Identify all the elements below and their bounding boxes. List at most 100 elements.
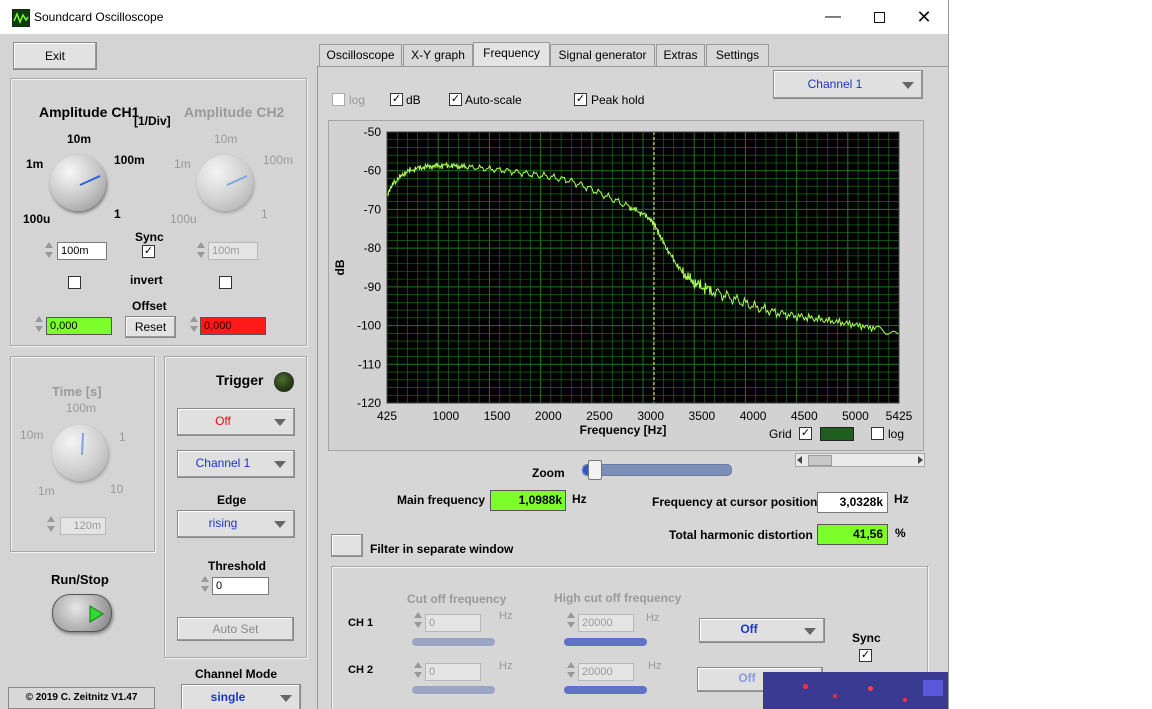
frequency-channel-dropdown[interactable]: Channel 1 — [773, 70, 923, 99]
offset-reset-button[interactable]: Reset — [125, 316, 176, 338]
minimize-icon[interactable]: — — [810, 0, 856, 34]
grid-log-checkbox[interactable] — [871, 427, 884, 440]
trigger-edge-dropdown[interactable]: rising — [177, 510, 295, 538]
knob-ch2-label-10m: 10m — [214, 132, 238, 146]
channel-mode-label: Channel Mode — [195, 667, 278, 681]
tab-xy-graph[interactable]: X-Y graph — [403, 44, 473, 67]
close-icon[interactable]: ✕ — [901, 0, 947, 34]
x-tick-label: 2000 — [535, 409, 562, 423]
offset-ch2-field[interactable]: 0,000 — [200, 317, 266, 335]
filter-sync-label: Sync — [852, 631, 881, 645]
amplitude-sync-checkbox[interactable]: ✓ — [142, 245, 155, 258]
knob-ch1-label-100u: 100u — [23, 212, 51, 226]
ch1-highcut-unit: Hz — [646, 612, 660, 624]
autoset-button: Auto Set — [177, 617, 294, 641]
autoscale-checkbox[interactable]: ✓ — [449, 93, 462, 106]
amplitude-ch1-knob[interactable] — [50, 155, 106, 211]
trigger-mode-value: Off — [215, 414, 231, 428]
offset-ch2-spinner[interactable] — [189, 314, 199, 336]
threshold-spinner[interactable] — [200, 574, 210, 596]
thd-unit: % — [895, 526, 906, 540]
chevron-down-icon — [274, 521, 286, 528]
peakhold-checkbox[interactable]: ✓ — [574, 93, 587, 106]
spectrum-chart[interactable]: -50 -60 -70 -80 -90 -100 -110 -120425 1000 1500 20… — [328, 120, 922, 449]
time-knob-label-10: 10 — [110, 482, 124, 496]
ch2-cutoff-slider — [412, 686, 495, 694]
ch2-highcut-unit: Hz — [648, 660, 662, 672]
scroll-thumb[interactable] — [808, 455, 832, 466]
invert-ch1-checkbox[interactable] — [68, 276, 81, 289]
trigger-channel-dropdown[interactable]: Channel 1 — [177, 450, 295, 478]
ch2-amplitude-field: 100m — [208, 242, 258, 260]
tab-signal-generator[interactable]: Signal generator — [550, 44, 655, 67]
filter-ch2-label: CH 2 — [348, 664, 374, 676]
offset-ch1-field[interactable]: 0,000 — [46, 317, 112, 335]
amplitude-unit-label: [1/Div] — [134, 114, 171, 128]
cursor-frequency-value: 3,0328k — [817, 492, 888, 513]
ch1-cutoff-field: 0 — [425, 614, 481, 632]
tab-extras[interactable]: Extras — [656, 44, 705, 67]
tab-settings[interactable]: Settings — [706, 44, 769, 67]
ch1-highcut-slider — [564, 638, 647, 646]
filter-sync-checkbox[interactable]: ✓ — [859, 649, 872, 662]
scroll-left-icon[interactable] — [797, 456, 802, 464]
threshold-field[interactable]: 0 — [212, 577, 269, 595]
cursor-frequency-label: Frequency at cursor position — [652, 495, 818, 509]
knob-ch1-label-1m: 1m — [26, 157, 44, 171]
chevron-down-icon — [280, 695, 292, 702]
window-title: Soundcard Oscilloscope — [34, 10, 164, 24]
x-tick-label: 1500 — [484, 409, 511, 423]
grid-log-label: log — [888, 427, 905, 441]
channel-mode-dropdown[interactable]: single — [181, 684, 301, 709]
filter-window-button[interactable] — [331, 534, 363, 557]
time-title: Time [s] — [52, 384, 102, 399]
trigger-mode-dropdown[interactable]: Off — [177, 408, 295, 436]
invert-ch2-checkbox[interactable] — [219, 276, 232, 289]
amplitude-ch1-title: Amplitude CH1 — [39, 104, 140, 120]
knob-ch2-label-1: 1 — [261, 207, 268, 221]
knob-ch2-label-100m: 100m — [263, 153, 294, 167]
x-tick-label: 5425 — [886, 409, 913, 423]
maximize-icon[interactable] — [856, 0, 902, 34]
zoom-slider[interactable] — [582, 460, 732, 480]
offset-ch1-spinner[interactable] — [34, 314, 44, 336]
filter-ch1-mode-value: Off — [740, 622, 758, 636]
ch2-highcut-field: 20000 — [578, 663, 634, 681]
exit-button[interactable]: Exit — [13, 42, 97, 70]
app-window: Soundcard Oscilloscope — ✕ Exit Amplitud… — [0, 0, 949, 709]
y-tick-label: -110 — [358, 357, 381, 371]
zoom-slider-handle[interactable] — [588, 460, 602, 480]
grid-checkbox[interactable]: ✓ — [799, 427, 812, 440]
tab-oscilloscope[interactable]: Oscilloscope — [319, 44, 402, 67]
tab-frequency[interactable]: Frequency — [473, 42, 550, 68]
threshold-label: Threshold — [208, 559, 267, 573]
ch2-cutoff-spinner — [413, 660, 423, 682]
x-tick-label: 425 — [377, 409, 397, 423]
trigger-edge-value: rising — [208, 516, 238, 530]
ch1-cutoff-spinner — [413, 610, 423, 632]
copyright-label: © 2019 C. Zeitnitz V1.47 — [8, 687, 155, 709]
ch2-amplitude-spinner — [196, 240, 206, 262]
ch1-cutoff-slider — [412, 638, 495, 646]
ch1-amplitude-spinner[interactable] — [44, 240, 54, 262]
filter-ch1-mode-dropdown[interactable]: Off — [699, 618, 825, 643]
zoom-label: Zoom — [532, 466, 565, 480]
grid-color-swatch[interactable] — [820, 427, 854, 441]
log-label: log — [349, 93, 366, 107]
runstop-button[interactable] — [52, 594, 112, 632]
ch1-amplitude-field[interactable]: 100m — [57, 242, 107, 260]
sync-label: Sync — [135, 230, 164, 244]
ch2-cutoff-field: 0 — [425, 663, 481, 681]
edge-label: Edge — [217, 493, 247, 507]
graph-horizontal-scrollbar[interactable] — [795, 453, 925, 467]
runstop-label: Run/Stop — [51, 572, 109, 587]
y-tick-label: -60 — [364, 164, 382, 178]
trigger-channel-value: Channel 1 — [195, 456, 251, 470]
scroll-right-icon[interactable] — [918, 456, 923, 464]
filter-window-label: Filter in separate window — [370, 542, 514, 556]
chevron-down-icon — [902, 81, 914, 89]
y-tick-label: -100 — [357, 319, 381, 333]
db-checkbox[interactable]: ✓ — [390, 93, 403, 106]
main-frequency-value: 1,0988k — [490, 490, 566, 511]
time-knob-label-100m: 100m — [66, 401, 97, 415]
